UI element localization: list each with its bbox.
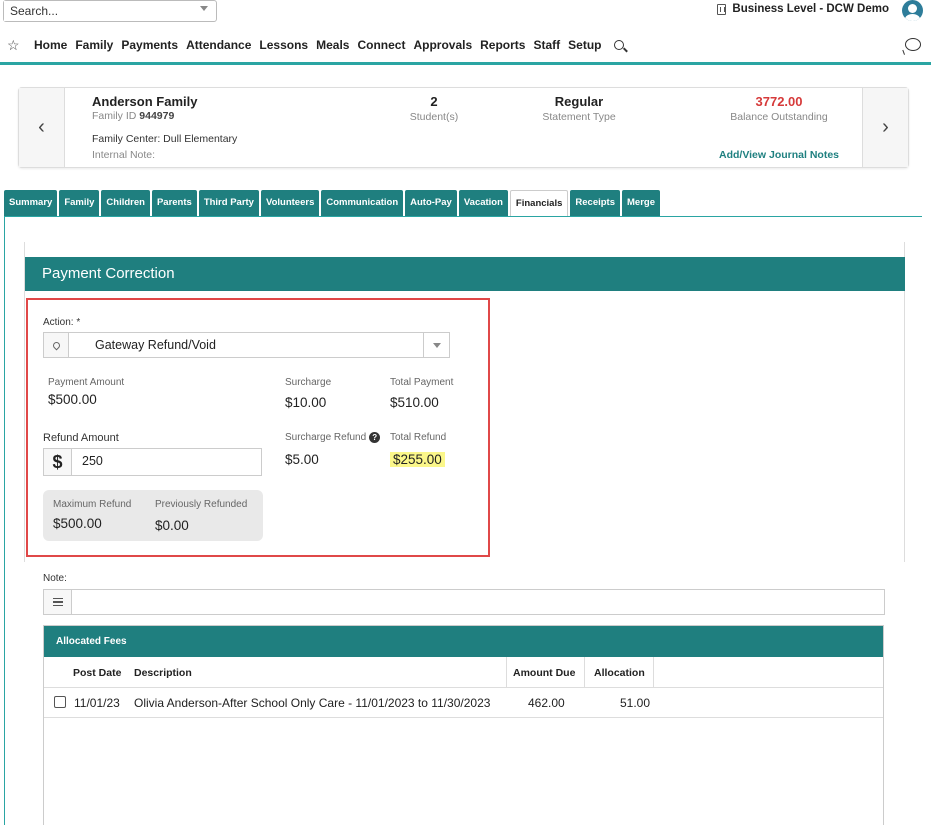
list-icon [44, 590, 72, 614]
internal-note: Internal Note: [92, 149, 156, 161]
family-id: Family ID 944979 [92, 110, 175, 122]
note-input[interactable] [78, 594, 878, 608]
nav-items: Home Family Payments Attendance Lessons … [34, 38, 610, 52]
payment-amount-value: $500.00 [48, 392, 97, 407]
dollar-icon: $ [44, 449, 72, 475]
row-checkbox[interactable] [54, 696, 66, 708]
action-value: Gateway Refund/Void [95, 338, 216, 352]
refund-amount-input[interactable] [82, 454, 252, 468]
table-row: 11/01/23 Olivia Anderson-After School On… [44, 688, 883, 718]
journal-notes-link[interactable]: Add/View Journal Notes [694, 149, 864, 161]
surcharge-value: $10.00 [285, 395, 327, 410]
col-post-date[interactable]: Post Date [73, 667, 121, 679]
cell-description: Olivia Anderson-After School Only Care -… [134, 696, 491, 710]
tab-financials[interactable]: Financials [509, 190, 569, 216]
nav-item-approvals[interactable]: Approvals [413, 38, 472, 52]
note-label: Note: [43, 573, 67, 584]
business-selector[interactable]: Business Level - DCW Demo [717, 3, 889, 15]
tab-vacation[interactable]: Vacation [458, 190, 508, 216]
balance-stat: 3772.00 Balance Outstanding [730, 94, 828, 123]
allocated-fees-table: Allocated Fees Post Date Description Amo… [43, 625, 884, 825]
tab-summary[interactable]: Summary [4, 190, 58, 216]
payment-amount-label: Payment Amount [48, 377, 125, 388]
global-search[interactable] [3, 0, 217, 22]
allocated-fees-title: Allocated Fees [44, 626, 883, 657]
tab-children[interactable]: Children [101, 190, 150, 216]
tab-merge[interactable]: Merge [622, 190, 660, 216]
surcharge-label: Surcharge [285, 377, 332, 388]
star-icon[interactable]: ☆ [7, 37, 21, 54]
total-refund-value: $255.00 [390, 452, 445, 467]
statement-type-stat: Regular Statement Type [542, 94, 616, 123]
help-icon[interactable]: ? [369, 432, 381, 443]
chevron-down-icon[interactable] [200, 6, 208, 11]
total-payment-value: $510.00 [390, 395, 439, 410]
cell-allocation: 51.00 [620, 696, 651, 710]
main-nav: ☆ Home Family Payments Attendance Lesson… [0, 30, 931, 60]
tab-volunteers[interactable]: Volunteers [260, 190, 320, 216]
action-label: Action: * [43, 317, 81, 328]
nav-item-payments[interactable]: Payments [121, 38, 178, 52]
prev-refunded-label: Previously Refunded [155, 499, 248, 510]
nav-item-home[interactable]: Home [34, 38, 67, 52]
table-header: Post Date Description Amount Due Allocat… [44, 657, 883, 688]
col-description[interactable]: Description [134, 667, 192, 679]
action-select[interactable]: Gateway Refund/Void [43, 332, 450, 358]
cell-post-date: 11/01/23 [74, 696, 120, 710]
max-refund-label: Maximum Refund [53, 499, 132, 510]
tab-communication[interactable]: Communication [321, 190, 404, 216]
nav-item-family[interactable]: Family [75, 38, 113, 52]
chevron-right-icon: › [882, 116, 889, 138]
students-stat: 2 Student(s) [409, 94, 459, 123]
family-summary-card: ‹ Anderson Family Family ID 944979 Famil… [18, 87, 909, 168]
nav-item-reports[interactable]: Reports [480, 38, 525, 52]
previous-family-button[interactable]: ‹ [19, 88, 65, 167]
tab-auto-pay[interactable]: Auto-Pay [405, 190, 457, 216]
search-icon[interactable] [613, 40, 624, 50]
nav-item-setup[interactable]: Setup [568, 38, 601, 52]
col-amount-due[interactable]: Amount Due [513, 667, 575, 679]
nav-divider [0, 62, 931, 65]
payment-correction-title: Payment Correction [25, 257, 905, 291]
chat-icon[interactable] [905, 38, 921, 51]
family-center: Family Center: Dull Elementary [92, 133, 238, 145]
total-payment-label: Total Payment [390, 377, 454, 388]
building-icon [717, 3, 727, 15]
max-refund-value: $500.00 [53, 516, 102, 531]
nav-item-staff[interactable]: Staff [533, 38, 560, 52]
refund-amount-field[interactable]: $ [43, 448, 262, 476]
chevron-left-icon: ‹ [38, 116, 45, 138]
family-name: Anderson Family [92, 94, 198, 109]
tab-parents[interactable]: Parents [151, 190, 197, 216]
total-refund-label: Total Refund [390, 432, 447, 443]
col-allocation[interactable]: Allocation [594, 667, 645, 679]
tab-family[interactable]: Family [59, 190, 100, 216]
next-family-button[interactable]: › [862, 88, 908, 167]
user-avatar-icon[interactable] [902, 0, 923, 21]
prev-refunded-value: $0.00 [155, 518, 189, 533]
business-label: Business Level - DCW Demo [732, 3, 889, 15]
search-input[interactable] [4, 1, 184, 21]
location-pin-icon [44, 333, 69, 357]
tab-third-party[interactable]: Third Party [198, 190, 259, 216]
cell-amount-due: 462.00 [528, 696, 565, 710]
nav-item-attendance[interactable]: Attendance [186, 38, 251, 52]
chevron-down-icon[interactable] [423, 333, 449, 357]
surcharge-refund-value: $5.00 [285, 452, 319, 467]
nav-item-meals[interactable]: Meals [316, 38, 349, 52]
refund-amount-label: Refund Amount [43, 432, 119, 444]
nav-item-lessons[interactable]: Lessons [259, 38, 308, 52]
family-tabs: Summary Family Children Parents Third Pa… [4, 190, 662, 216]
tab-receipts[interactable]: Receipts [570, 190, 620, 216]
note-field[interactable] [43, 589, 885, 615]
surcharge-refund-label: Surcharge Refund? [285, 432, 381, 443]
nav-item-connect[interactable]: Connect [357, 38, 405, 52]
